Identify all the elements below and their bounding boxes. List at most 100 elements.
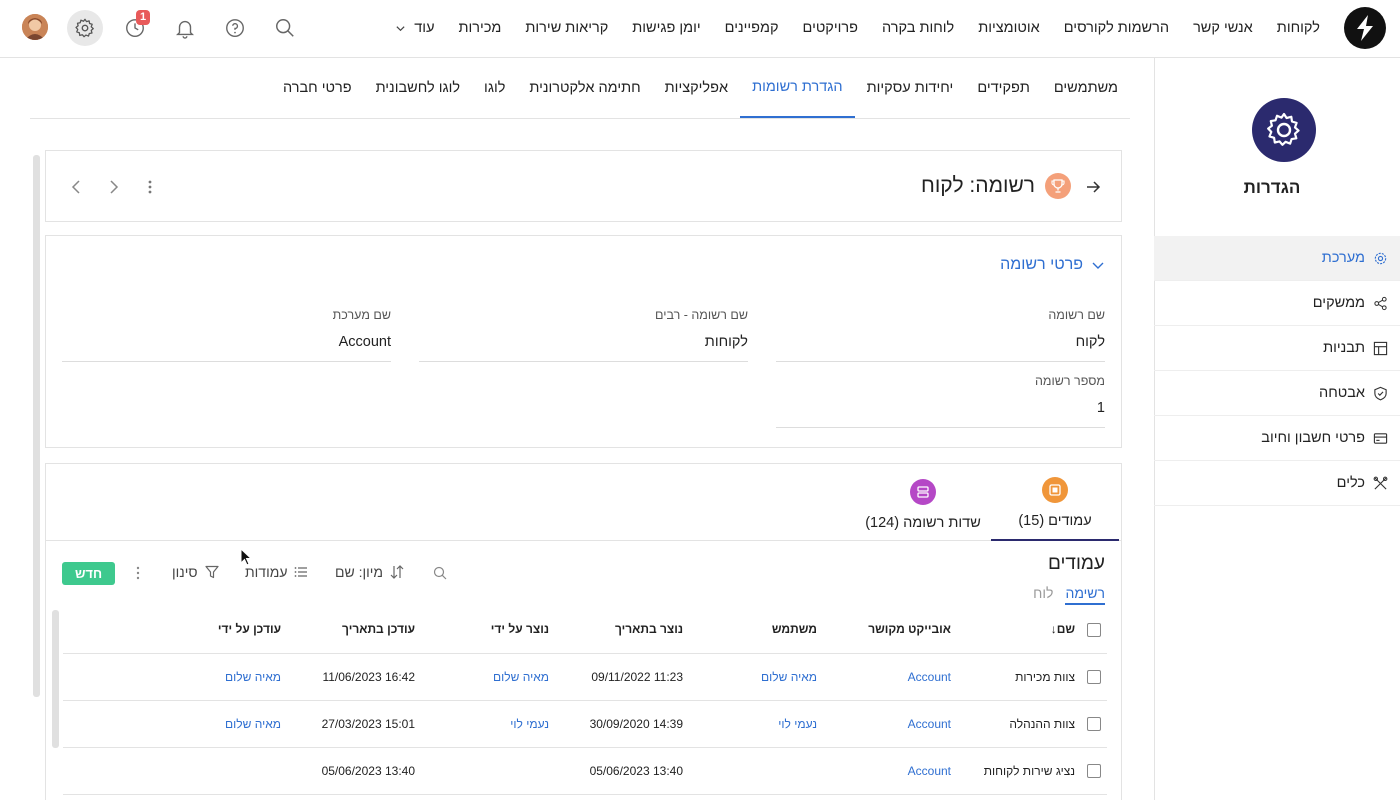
cell-related-object[interactable]: Account <box>823 747 957 795</box>
view-tab-board[interactable]: לוח <box>1033 585 1053 605</box>
sidebar-item-system[interactable]: מערכת <box>1154 236 1400 281</box>
columns-control[interactable]: עמודות <box>245 564 309 580</box>
cell-updated-by[interactable] <box>63 747 287 795</box>
tab-users[interactable]: משתמשים <box>1042 58 1130 118</box>
field-label: שם מערכת <box>332 308 391 322</box>
filter-icon <box>204 565 219 579</box>
cell-user[interactable]: נעמי לוי <box>689 700 823 748</box>
column-header-updated-by[interactable]: עודכן על ידי <box>63 606 287 654</box>
cell-related-object[interactable]: Account <box>823 700 957 748</box>
table-row[interactable]: נציג שירות לקוחות Account 13:40 05/06/20… <box>63 747 1107 795</box>
record-header: רשומה: לקוח <box>45 150 1122 222</box>
chevron-left-icon[interactable] <box>66 177 86 197</box>
sort-control[interactable]: מיון: שם <box>335 564 405 580</box>
nav-item-accounts[interactable]: לקוחות <box>1277 20 1320 36</box>
row-select-cell <box>1081 653 1107 701</box>
nav-item-campaigns[interactable]: קמפיינים <box>725 20 779 36</box>
sort-icon <box>390 565 404 579</box>
filter-label: סינון <box>172 564 198 580</box>
fields-icon <box>910 479 936 505</box>
sidebar-item-billing[interactable]: פרטי חשבון וחיוב <box>1154 416 1400 461</box>
cell-name[interactable]: צוות מכירות <box>957 653 1081 701</box>
record-number-field[interactable]: מספר רשומה 1 <box>776 374 1105 428</box>
settings-sidebar: הגדרות מערכת ממשקים תבניות אבטחה פרטי חש… <box>1154 58 1400 800</box>
arrow-right-icon[interactable] <box>1083 177 1103 197</box>
notifications-button[interactable] <box>167 10 203 46</box>
tab-logo[interactable]: לוגו <box>472 58 517 118</box>
cell-name[interactable]: צוות ההנהלה <box>957 700 1081 748</box>
sidebar-item-security[interactable]: אבטחה <box>1154 371 1400 416</box>
more-vertical-icon[interactable] <box>130 565 146 581</box>
filter-control[interactable]: סינון <box>172 564 220 580</box>
cell-created-by[interactable] <box>421 747 555 795</box>
tab-record-fields[interactable]: שדות רשומה (124) <box>855 464 991 541</box>
nav-item-calendar[interactable]: יומן פגישות <box>632 20 700 36</box>
nav-item-contacts[interactable]: אנשי קשר <box>1193 20 1253 36</box>
cell-name[interactable]: נציג שירות לקוחות <box>957 747 1081 795</box>
section-title: פרטי רשומה <box>1000 256 1083 273</box>
tab-roles[interactable]: תפקידים <box>965 58 1042 118</box>
record-name-field[interactable]: שם רשומה לקוח <box>776 308 1105 362</box>
column-header-label: שם <box>1056 622 1075 637</box>
nav-item-service-tickets[interactable]: קריאות שירות <box>525 20 608 36</box>
chevron-right-icon[interactable] <box>104 177 124 197</box>
column-header-name[interactable]: שם↓ <box>957 606 1081 654</box>
history-button[interactable]: 1 <box>117 10 153 46</box>
nav-item-automations[interactable]: אוטומציות <box>978 20 1040 36</box>
nav-item-course-registrations[interactable]: הרשמות לקורסים <box>1064 20 1169 36</box>
column-header-related-object[interactable]: אובייקט מקושר <box>823 606 957 654</box>
nav-item-sales[interactable]: מכירות <box>459 20 502 36</box>
cell-user[interactable]: מאיה שלום <box>689 653 823 701</box>
help-button[interactable] <box>217 10 253 46</box>
system-name-field[interactable]: שם מערכת Account <box>62 308 391 362</box>
column-header-user[interactable]: משתמש <box>689 606 823 654</box>
tab-business-units[interactable]: יחידות עסקיות <box>855 58 966 118</box>
share-icon <box>1374 296 1387 310</box>
cell-updated-by[interactable]: מאיה שלום <box>63 700 287 748</box>
tab-e-signature[interactable]: חתימה אלקטרונית <box>517 58 652 118</box>
nav-item-projects[interactable]: פרויקטים <box>803 20 858 36</box>
list-scrollbar[interactable] <box>52 610 59 748</box>
row-checkbox[interactable] <box>1087 763 1101 778</box>
more-vertical-icon[interactable] <box>140 177 160 197</box>
column-header-created-date[interactable]: נוצר בתאריך <box>555 606 689 654</box>
top-bar: לקוחות אנשי קשר הרשמות לקורסים אוטומציות… <box>0 0 1400 58</box>
tab-company-details[interactable]: פרטי חברה <box>271 58 364 118</box>
cell-related-object[interactable]: Account <box>823 653 957 701</box>
sidebar-item-templates[interactable]: תבניות <box>1154 326 1400 371</box>
column-header-updated-date[interactable]: עודכן בתאריך <box>287 606 421 654</box>
column-header-created-by[interactable]: נוצר על ידי <box>421 606 555 654</box>
page-title: רשומה: לקוח <box>921 174 1035 197</box>
cell-updated-by[interactable]: מאיה שלום <box>63 653 287 701</box>
cell-user[interactable] <box>689 747 823 795</box>
page-scrollbar[interactable] <box>33 155 40 697</box>
settings-button[interactable] <box>67 10 103 46</box>
cell-created-by[interactable]: מאיה שלום <box>421 653 555 701</box>
sidebar-item-tools[interactable]: כלים <box>1154 461 1400 506</box>
view-tab-list[interactable]: רשימה <box>1065 585 1105 605</box>
section-toggle[interactable]: פרטי רשומה <box>1000 256 1105 274</box>
user-avatar[interactable] <box>22 14 48 40</box>
table-row[interactable]: צוות ההנהלה Account נעמי לוי 14:39 30/09… <box>63 700 1107 748</box>
nav-more-menu[interactable]: עוד <box>395 20 435 36</box>
nav-item-dashboards[interactable]: לוחות בקרה <box>882 20 954 36</box>
table-row[interactable]: צוות מכירות Account מאיה שלום 11:23 09/1… <box>63 653 1107 701</box>
tab-record-settings[interactable]: הגדרת רשומות <box>740 58 855 118</box>
search-button[interactable] <box>267 10 303 46</box>
tab-invoice-logo[interactable]: לוגו לחשבונית <box>364 58 472 118</box>
mouse-cursor-icon <box>240 548 253 566</box>
search-icon[interactable] <box>432 565 448 581</box>
cell-created-by[interactable]: נעמי לוי <box>421 700 555 748</box>
tab-label: שדות רשומה (124) <box>865 515 981 531</box>
tab-pages[interactable]: עמודים (15) <box>991 464 1119 541</box>
new-button[interactable]: חדש <box>62 562 115 585</box>
list-title: עמודים <box>1047 553 1105 574</box>
row-checkbox[interactable] <box>1087 716 1101 731</box>
app-logo[interactable] <box>1344 7 1386 49</box>
row-checkbox[interactable] <box>1087 669 1101 684</box>
select-all-cell <box>1081 606 1107 654</box>
sidebar-item-integrations[interactable]: ממשקים <box>1154 281 1400 326</box>
select-all-checkbox[interactable] <box>1087 622 1101 637</box>
tab-apps[interactable]: אפליקציות <box>653 58 740 118</box>
record-plural-field[interactable]: שם רשומה - רבים לקוחות <box>419 308 748 362</box>
